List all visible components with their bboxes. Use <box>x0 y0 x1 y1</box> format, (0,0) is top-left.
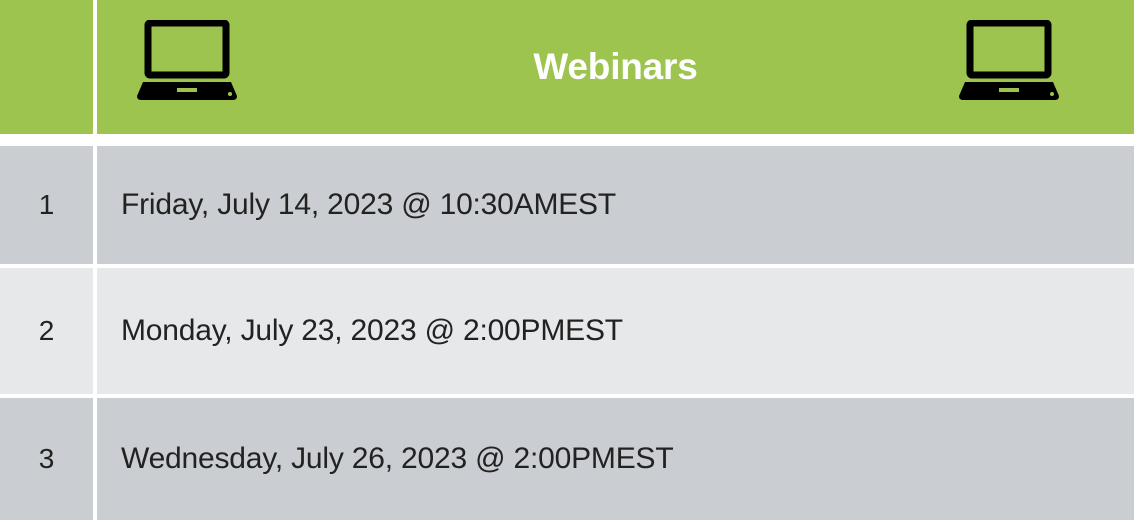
webinar-date: Monday, July 23, 2023 @ 2:00PMEST <box>121 314 623 347</box>
laptop-icon <box>959 20 1059 100</box>
webinar-table: Webinars 1 Friday, July 14, 2023 @ 10:30… <box>0 0 1134 520</box>
page-title: Webinars <box>533 46 698 87</box>
header-title-cell: Webinars <box>97 0 1134 134</box>
row-number: 2 <box>38 315 55 346</box>
header-number-cell <box>0 0 93 134</box>
row-separator <box>0 134 1134 146</box>
table-row: 1 Friday, July 14, 2023 @ 10:30AMEST <box>0 146 1134 264</box>
table-header: Webinars <box>0 0 1134 134</box>
table-row: 2 Monday, July 23, 2023 @ 2:00PMEST <box>0 268 1134 394</box>
webinar-date: Wednesday, July 26, 2023 @ 2:00PMEST <box>121 442 674 475</box>
row-number: 3 <box>38 443 55 474</box>
table-row: 3 Wednesday, July 26, 2023 @ 2:00PMEST <box>0 398 1134 520</box>
row-number: 1 <box>38 189 55 220</box>
webinar-date: Friday, July 14, 2023 @ 10:30AMEST <box>121 188 616 221</box>
laptop-icon <box>137 20 237 100</box>
